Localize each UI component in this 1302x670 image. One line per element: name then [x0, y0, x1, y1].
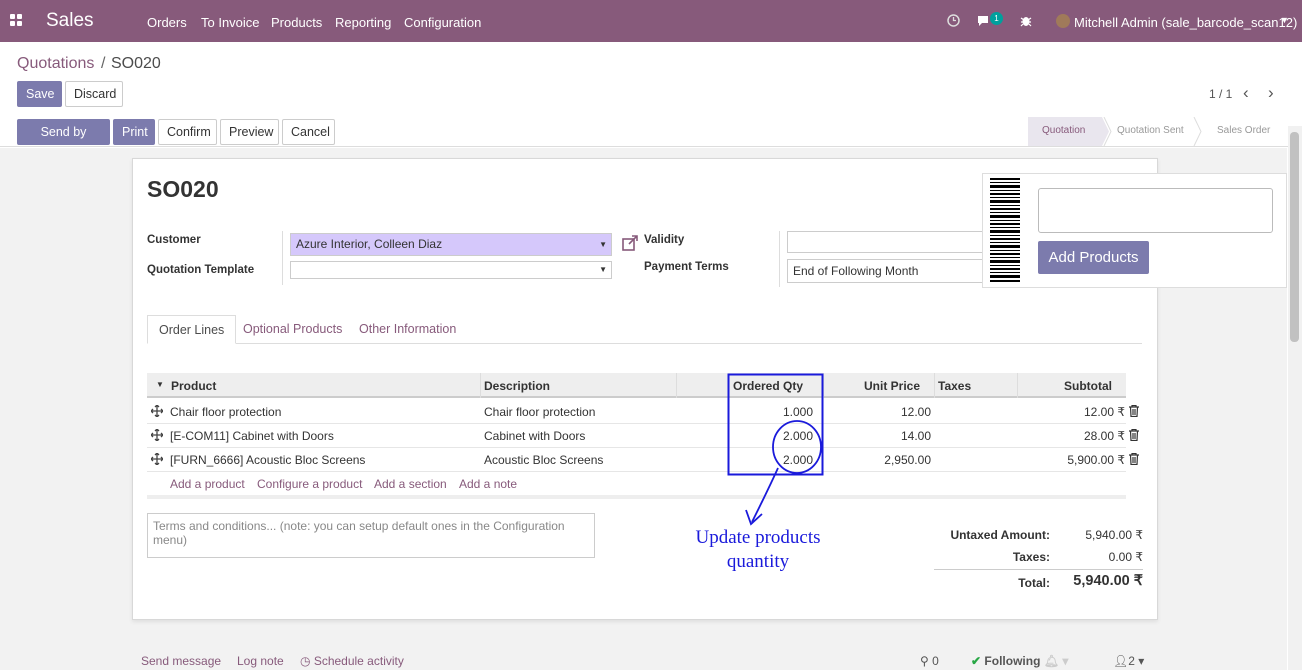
- paperclip-icon: ⚲: [920, 654, 929, 668]
- schedule-activity-label: Schedule activity: [313, 654, 404, 668]
- check-icon: ✔: [971, 654, 982, 668]
- followers-value: 2: [1128, 654, 1135, 668]
- annotation-arrow: [751, 467, 779, 523]
- followers-count[interactable]: 👤︎2 ▾: [1113, 654, 1144, 668]
- barcode-image: [988, 176, 1024, 286]
- annotation-line-2: quantity: [726, 551, 790, 572]
- attachments-value: 0: [932, 654, 939, 668]
- following-label: Following: [984, 654, 1041, 668]
- barcode-input[interactable]: [1038, 188, 1273, 233]
- following-button[interactable]: ✔ Following 🔔︎ ▾: [971, 654, 1068, 668]
- followers-caret-icon: ▾: [1138, 654, 1145, 668]
- attachments-count[interactable]: ⚲ 0: [920, 654, 939, 668]
- bell-icon: 🔔︎ ▾: [1043, 654, 1069, 668]
- add-products-button[interactable]: Add Products: [1038, 241, 1149, 274]
- send-message-link[interactable]: Send message: [141, 654, 221, 668]
- annotation-text: Update products quantity: [676, 526, 840, 574]
- schedule-activity-link[interactable]: ◷ Schedule activity: [300, 654, 404, 668]
- annotation-overlay: [727, 373, 824, 526]
- qty-highlight-circle: [772, 420, 822, 474]
- annotation-line-1: Update products: [695, 527, 821, 548]
- log-note-link[interactable]: Log note: [237, 654, 284, 668]
- user-icon: 👤︎: [1113, 654, 1129, 668]
